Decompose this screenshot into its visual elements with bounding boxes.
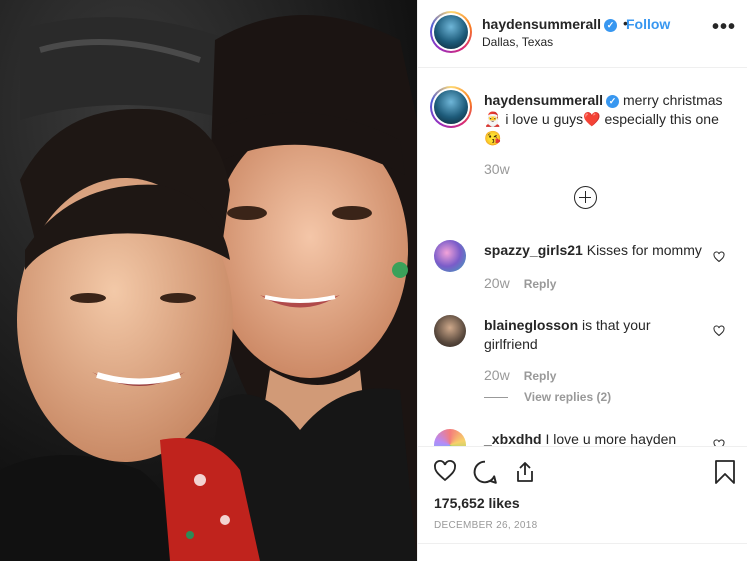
comment: blaineglosson is that your girlfriend	[484, 316, 704, 354]
comment-timestamp[interactable]: 20w	[484, 367, 510, 383]
selfie-image	[0, 0, 417, 561]
comment-username-link[interactable]: blaineglosson	[484, 317, 578, 333]
comment: _xbxdhd I love u more hayden	[484, 430, 704, 446]
reply-button[interactable]: Reply	[524, 369, 557, 383]
comment-timestamp[interactable]: 20w	[484, 275, 510, 291]
caption-text-part2: i love u guys	[505, 111, 584, 127]
heart-icon[interactable]	[713, 439, 725, 446]
reply-button[interactable]: Reply	[524, 277, 557, 291]
bookmark-icon[interactable]	[714, 459, 736, 485]
post-photo[interactable]	[0, 0, 417, 561]
comment-text: Kisses for mommy	[586, 242, 702, 258]
author-username-link[interactable]: haydensummerall ✓	[482, 16, 618, 32]
caption-text-part1: merry christmas	[622, 92, 723, 108]
caption-username-link[interactable]: haydensummerall ✓	[484, 92, 620, 108]
more-options-icon[interactable]: •••	[712, 16, 736, 39]
comment-text: I love u more hayden	[545, 431, 677, 446]
post-header: haydensummerall ✓ • Follow Dallas, Texas …	[418, 0, 747, 68]
heart-icon[interactable]	[713, 251, 725, 263]
comment-avatar[interactable]	[434, 240, 466, 272]
post-date[interactable]: DECEMBER 26, 2018	[434, 520, 537, 531]
load-more-plus-icon[interactable]	[574, 186, 597, 209]
comment-meta: 20w Reply	[484, 367, 556, 383]
verified-badge-icon: ✓	[604, 19, 618, 32]
likes-count[interactable]: 175,652 likes	[434, 495, 520, 511]
comment-username-link[interactable]: spazzy_girls21	[484, 242, 583, 258]
comment-meta: 20w Reply	[484, 275, 556, 291]
post-side-panel: haydensummerall ✓ • Follow Dallas, Texas …	[417, 0, 747, 561]
heart-icon[interactable]	[713, 325, 725, 337]
location-link[interactable]: Dallas, Texas	[482, 35, 553, 49]
caption-avatar[interactable]	[430, 86, 472, 128]
comment-username-link[interactable]: _xbxdhd	[484, 431, 542, 446]
santa-emoji: 🎅	[484, 111, 502, 127]
comment-icon[interactable]	[472, 459, 498, 485]
add-comment-bar[interactable]	[418, 543, 747, 561]
verified-badge-icon: ✓	[606, 95, 620, 108]
comment-avatar[interactable]	[434, 315, 466, 347]
comment: spazzy_girls21 Kisses for mommy	[484, 241, 704, 260]
follow-button[interactable]: Follow	[626, 16, 670, 32]
view-replies-button[interactable]: View replies (2)	[484, 390, 611, 404]
heart-icon[interactable]	[432, 459, 458, 483]
comment-avatar[interactable]	[434, 429, 466, 446]
kiss-emoji: 😘	[484, 130, 502, 146]
share-icon[interactable]	[513, 459, 537, 485]
caption-timestamp[interactable]: 30w	[484, 161, 510, 177]
author-avatar[interactable]	[430, 11, 472, 53]
post-actions: 175,652 likes DECEMBER 26, 2018	[418, 446, 747, 561]
caption: haydensummerall ✓ merry christmas 🎅 i lov…	[484, 91, 734, 148]
red-heart-emoji: ❤️	[583, 111, 601, 127]
caption-text-part3: especially this one	[604, 111, 719, 127]
comments-section[interactable]: haydensummerall ✓ merry christmas 🎅 i lov…	[418, 69, 747, 446]
